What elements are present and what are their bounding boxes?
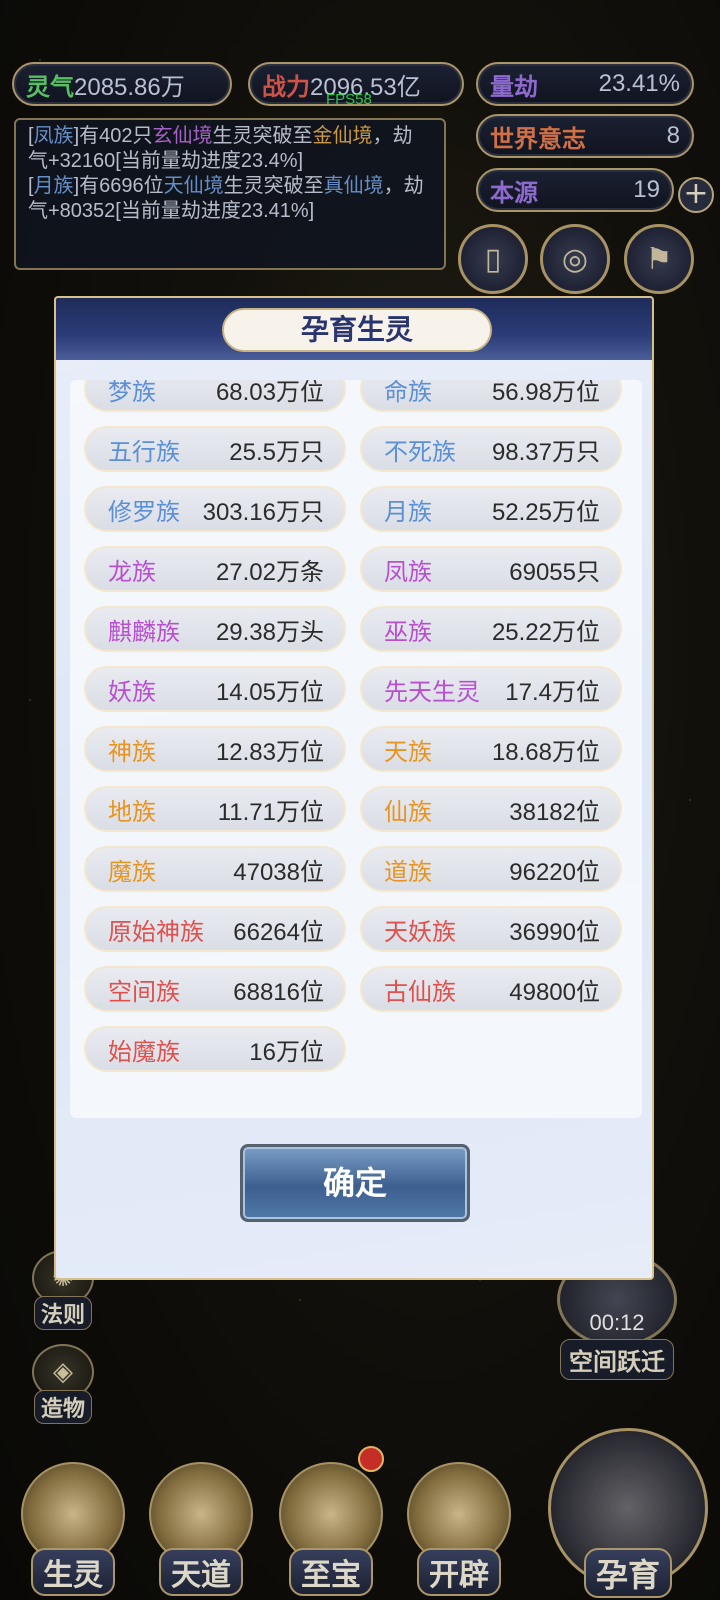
race-name: 神族	[108, 738, 156, 766]
modal-title: 孕育生灵	[222, 308, 492, 352]
race-name: 天妖族	[384, 918, 456, 946]
race-name: 始魔族	[108, 1038, 180, 1066]
race-count: 68.03万位	[215, 380, 324, 406]
race-count: 38182位	[509, 798, 600, 826]
race-name: 魔族	[108, 858, 156, 886]
race-item: 龙族 27.02万条	[84, 546, 346, 592]
race-item: 五行族 25.5万只	[84, 426, 346, 472]
race-item: 空间族 68816位	[84, 966, 346, 1012]
race-count: 68816位	[233, 978, 324, 1006]
race-item: 妖族 14.05万位	[84, 666, 346, 712]
race-name: 梦族	[108, 380, 156, 406]
race-item: 命族 56.98万位	[360, 380, 622, 412]
race-item: 魔族 47038位	[84, 846, 346, 892]
race-count: 66264位	[233, 918, 324, 946]
race-count: 36990位	[509, 918, 600, 946]
race-list[interactable]: 梦族 68.03万位 命族 56.98万位五行族 25.5万只 不死族 98.37万只修罗族…	[70, 380, 642, 1118]
race-item: 仙族 38182位	[360, 786, 622, 832]
race-count: 16万位	[249, 1038, 324, 1066]
race-item: 修罗族 303.16万只	[84, 486, 346, 532]
race-name: 先天生灵	[384, 678, 480, 706]
breed-creatures-modal: 孕育生灵 梦族 68.03万位 命族 56.98万位五行族 25.5万只 不死族 98.37…	[54, 296, 654, 1280]
race-item: 天族 18.68万位	[360, 726, 622, 772]
race-count: 27.02万条	[215, 558, 324, 586]
race-count: 18.68万位	[491, 738, 600, 766]
race-name: 妖族	[108, 678, 156, 706]
race-name: 命族	[384, 380, 432, 406]
race-item: 道族 96220位	[360, 846, 622, 892]
race-item: 凤族 69055只	[360, 546, 622, 592]
race-count: 52.25万位	[491, 498, 600, 526]
race-item: 梦族 68.03万位	[84, 380, 346, 412]
race-count: 303.16万只	[202, 498, 324, 526]
confirm-button[interactable]: 确定	[240, 1144, 470, 1222]
race-count: 25.5万只	[229, 438, 324, 466]
race-name: 巫族	[384, 618, 432, 646]
race-item: 巫族 25.22万位	[360, 606, 622, 652]
race-name: 不死族	[384, 438, 456, 466]
race-name: 五行族	[108, 438, 180, 466]
race-count: 47038位	[233, 858, 324, 886]
race-name: 古仙族	[384, 978, 456, 1006]
race-name: 修罗族	[108, 498, 180, 526]
race-item: 始魔族 16万位	[84, 1026, 346, 1072]
race-item: 不死族 98.37万只	[360, 426, 622, 472]
race-name: 天族	[384, 738, 432, 766]
race-name: 道族	[384, 858, 432, 886]
race-count: 12.83万位	[215, 738, 324, 766]
race-count: 17.4万位	[505, 678, 600, 706]
race-item: 地族 11.71万位	[84, 786, 346, 832]
race-count: 49800位	[509, 978, 600, 1006]
race-name: 原始神族	[108, 918, 204, 946]
race-count: 69055只	[509, 558, 600, 586]
race-item: 麒麟族 29.38万头	[84, 606, 346, 652]
race-name: 麒麟族	[108, 618, 180, 646]
race-count: 96220位	[509, 858, 600, 886]
race-count: 29.38万头	[215, 618, 324, 646]
race-count: 98.37万只	[491, 438, 600, 466]
race-item: 天妖族 36990位	[360, 906, 622, 952]
race-item: 古仙族 49800位	[360, 966, 622, 1012]
race-item: 月族 52.25万位	[360, 486, 622, 532]
race-count: 56.98万位	[491, 380, 600, 406]
race-item: 原始神族 66264位	[84, 906, 346, 952]
race-item: 神族 12.83万位	[84, 726, 346, 772]
race-count: 11.71万位	[217, 798, 324, 826]
race-item: 先天生灵 17.4万位	[360, 666, 622, 712]
race-name: 仙族	[384, 798, 432, 826]
race-name: 凤族	[384, 558, 432, 586]
race-name: 空间族	[108, 978, 180, 1006]
race-count: 25.22万位	[491, 618, 600, 646]
race-count: 14.05万位	[215, 678, 324, 706]
race-name: 龙族	[108, 558, 156, 586]
race-name: 月族	[384, 498, 432, 526]
race-name: 地族	[108, 798, 156, 826]
